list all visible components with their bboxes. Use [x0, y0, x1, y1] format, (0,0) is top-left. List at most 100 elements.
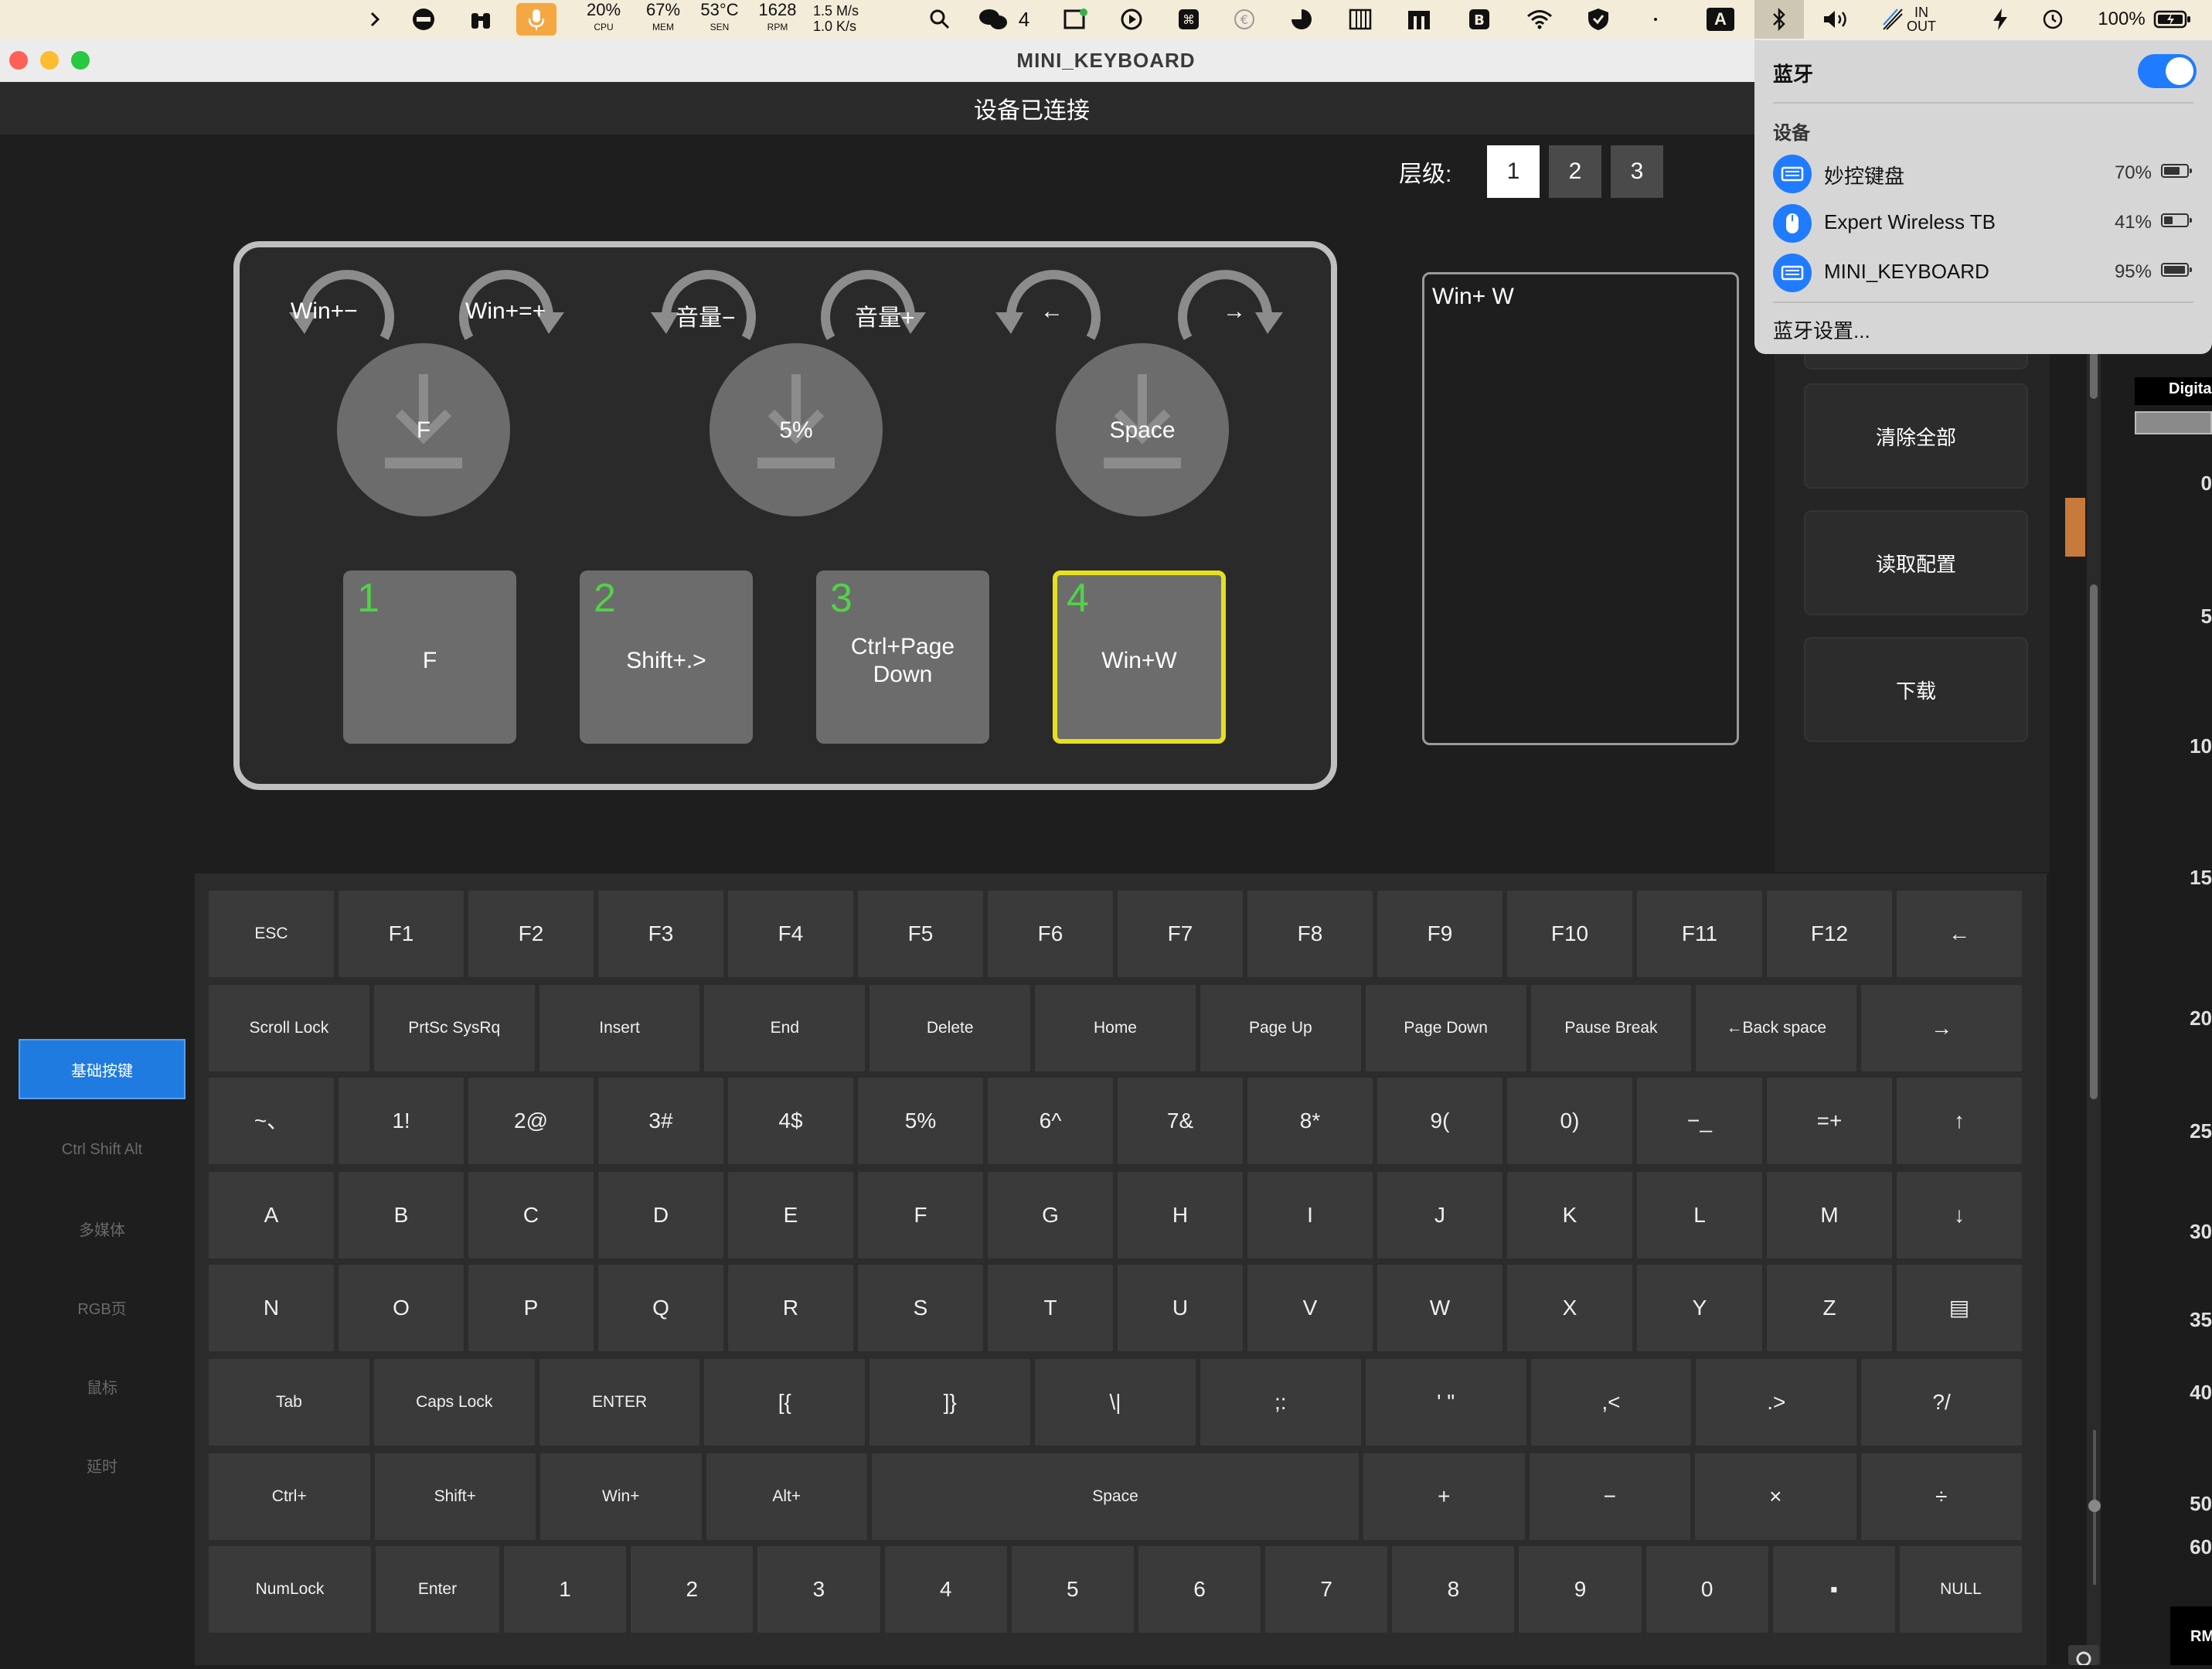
bluetooth-toggle[interactable]	[2138, 54, 2197, 88]
key-×[interactable]: ×	[1695, 1453, 1856, 1540]
key-1![interactable]: 1!	[339, 1078, 464, 1164]
key-+[interactable]: +	[1363, 1453, 1525, 1540]
key-insert[interactable]: Insert	[539, 985, 700, 1071]
monitor-app-icon[interactable]	[1060, 0, 1091, 39]
key-b[interactable]: B	[339, 1172, 464, 1259]
key-numlock[interactable]: NumLock	[209, 1546, 371, 1633]
clock-history-icon[interactable]	[2037, 0, 2068, 39]
key-l[interactable]: L	[1637, 1172, 1762, 1259]
key-end[interactable]: End	[704, 985, 866, 1071]
play-icon[interactable]	[1116, 0, 1147, 39]
key-f3[interactable]: F3	[598, 891, 723, 977]
key-r[interactable]: R	[728, 1265, 853, 1351]
key-4[interactable]: 4	[884, 1546, 1007, 1633]
key-f12[interactable]: F12	[1767, 891, 1892, 977]
bolt-icon[interactable]	[1985, 0, 2016, 39]
search-icon[interactable]	[924, 0, 955, 39]
key-f6[interactable]: F6	[988, 891, 1113, 977]
key-space[interactable]: Space	[872, 1453, 1359, 1540]
encoder-3-right-label[interactable]: →	[1223, 298, 1246, 325]
key-pause-break[interactable]: Pause Break	[1530, 985, 1692, 1071]
key-÷[interactable]: ÷	[1860, 1453, 2022, 1540]
key-d[interactable]: D	[598, 1172, 723, 1259]
key-\|[interactable]: \|	[1035, 1359, 1196, 1446]
istat-icon[interactable]	[408, 0, 439, 39]
tab-delay[interactable]: 延时	[19, 1435, 185, 1495]
key-3[interactable]: 3	[757, 1546, 880, 1633]
key-c[interactable]: C	[468, 1172, 594, 1259]
key-f1[interactable]: F1	[339, 891, 464, 977]
key-f4[interactable]: F4	[728, 891, 853, 977]
key-a[interactable]: A	[209, 1172, 334, 1259]
key-f2[interactable]: F2	[468, 891, 594, 977]
key-.>[interactable]: .>	[1696, 1359, 1857, 1446]
key-prtsc-sysrq[interactable]: PrtSc SysRq	[373, 985, 535, 1071]
wechat-icon[interactable]	[975, 0, 1011, 39]
pad-key-3[interactable]: 3 Ctrl+Page Down	[816, 571, 989, 744]
pad-key-4-selected[interactable]: 4 Win+W	[1053, 571, 1226, 744]
currency-icon[interactable]: €	[1229, 0, 1260, 39]
layer-button-3[interactable]: 3	[1611, 145, 1663, 198]
battery-icon[interactable]	[2152, 0, 2193, 39]
key-f[interactable]: F	[858, 1172, 983, 1259]
zoom-window-button[interactable]	[71, 51, 90, 70]
key-~、[interactable]: ~、	[209, 1078, 334, 1164]
key-page-up[interactable]: Page Up	[1200, 985, 1361, 1071]
key-0)[interactable]: 0)	[1507, 1078, 1632, 1164]
key-▪[interactable]: ▪	[1772, 1546, 1895, 1633]
key-7&[interactable]: 7&	[1118, 1078, 1243, 1164]
key-7[interactable]: 7	[1265, 1546, 1388, 1633]
encoder-knob-3[interactable]: Space	[1056, 343, 1229, 516]
encoder-1-left-label[interactable]: Win+−	[291, 298, 358, 325]
bt-device-mini-keyboard[interactable]: MINI_KEYBOARD 95%	[1773, 249, 2206, 292]
key-8[interactable]: 8	[1392, 1546, 1515, 1633]
key-z[interactable]: Z	[1767, 1265, 1892, 1351]
read-config-button[interactable]: 读取配置	[1804, 510, 2028, 615]
key-[{[interactable]: [{	[704, 1359, 866, 1446]
key-home[interactable]: Home	[1035, 985, 1196, 1071]
key-f10[interactable]: F10	[1507, 891, 1632, 977]
download-button[interactable]: 下载	[1804, 637, 2028, 742]
chevron-right-icon[interactable]	[363, 0, 386, 39]
encoder-2-left-label[interactable]: 音量−	[676, 298, 736, 332]
key-f11[interactable]: F11	[1637, 891, 1762, 977]
key-tab[interactable]: Tab	[209, 1359, 369, 1446]
key-;:[interactable]: ;:	[1200, 1359, 1361, 1446]
key-9([interactable]: 9(	[1377, 1078, 1502, 1164]
encoder-1-right-label[interactable]: Win+=+	[465, 298, 546, 325]
key-→[interactable]: →	[1861, 985, 2022, 1071]
bt-device-magic-keyboard[interactable]: 妙控键盘 70%	[1773, 150, 2206, 193]
key-2@[interactable]: 2@	[468, 1078, 594, 1164]
volume-slider-knob[interactable]	[2088, 1500, 2101, 1512]
mem-stat[interactable]: 67% MEM	[640, 2, 686, 36]
key-delete[interactable]: Delete	[869, 985, 1031, 1071]
volume-icon[interactable]	[1819, 0, 1853, 39]
key-o[interactable]: O	[339, 1265, 464, 1351]
key-t[interactable]: T	[988, 1265, 1113, 1351]
encoder-2-right-label[interactable]: 音量+	[855, 298, 915, 332]
microphone-icon[interactable]	[516, 3, 556, 36]
sen-stat[interactable]: 53°C SEN	[696, 2, 744, 36]
key-p[interactable]: P	[468, 1265, 594, 1351]
key-'-"[interactable]: ' "	[1365, 1359, 1526, 1446]
key-←[interactable]: ←	[1897, 891, 2022, 977]
key-alt+[interactable]: Alt+	[706, 1453, 867, 1540]
tab-mouse[interactable]: 鼠标	[19, 1356, 185, 1416]
minimize-window-button[interactable]	[40, 51, 59, 70]
key-w[interactable]: W	[1377, 1265, 1502, 1351]
tab-modifiers[interactable]: Ctrl Shift Alt	[19, 1119, 185, 1180]
binoculars-icon[interactable]	[465, 0, 496, 39]
key-↑[interactable]: ↑	[1897, 1078, 2022, 1164]
key-?/[interactable]: ?/	[1861, 1359, 2022, 1446]
key-f9[interactable]: F9	[1377, 891, 1502, 977]
encoder-knob-1[interactable]: F	[337, 343, 510, 516]
key-enter[interactable]: ENTER	[539, 1359, 700, 1446]
key-preview-panel[interactable]: Win+ W	[1422, 272, 1739, 745]
key-6[interactable]: 6	[1138, 1546, 1261, 1633]
encoder-knob-2[interactable]: 5%	[710, 343, 883, 516]
key-s[interactable]: S	[858, 1265, 983, 1351]
bt-device-expert-wireless[interactable]: Expert Wireless TB 41%	[1773, 199, 2206, 243]
key-q[interactable]: Q	[598, 1265, 723, 1351]
scrollbar-thumb-top[interactable]	[2090, 348, 2098, 399]
key-i[interactable]: I	[1247, 1172, 1373, 1259]
